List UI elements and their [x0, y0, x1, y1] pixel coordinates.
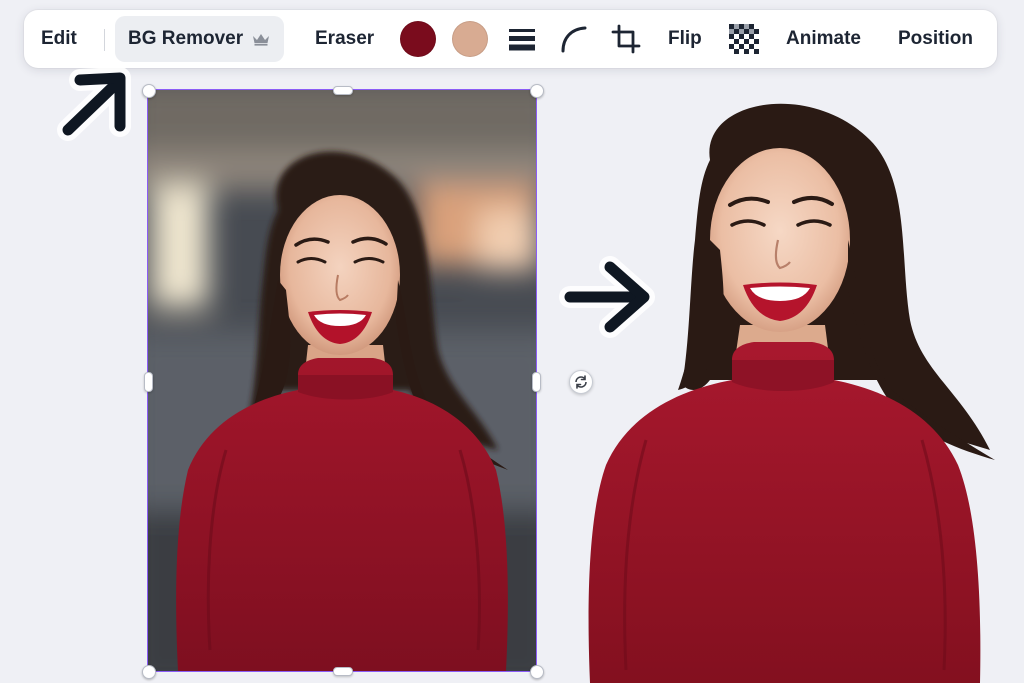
color-swatch-skin-beige[interactable]	[452, 21, 488, 57]
resize-handle-left[interactable]	[144, 372, 153, 392]
resize-handle-top-left[interactable]	[142, 84, 156, 98]
crop-icon[interactable]	[611, 24, 641, 54]
flip-label: Flip	[668, 28, 702, 49]
resize-handle-right[interactable]	[532, 372, 541, 392]
photo-background	[148, 90, 536, 671]
bg-remover-label: BG Remover	[128, 28, 244, 49]
design-canvas: Edit BG Remover Eraser Flip Animate Posi…	[0, 0, 1024, 683]
edit-button[interactable]: Edit	[41, 10, 77, 68]
corner-rounding-icon[interactable]	[559, 24, 589, 54]
animate-label: Animate	[786, 28, 861, 49]
transparency-icon[interactable]	[729, 24, 759, 54]
resize-handle-top-right[interactable]	[530, 84, 544, 98]
flip-button[interactable]: Flip	[668, 10, 702, 68]
crown-icon	[253, 34, 270, 46]
toolbar-divider	[104, 29, 105, 51]
position-button[interactable]: Position	[898, 10, 973, 68]
color-swatch-dark-red[interactable]	[400, 21, 436, 57]
resize-handle-bottom-right[interactable]	[530, 665, 544, 679]
bg-remover-button[interactable]: BG Remover	[115, 16, 285, 62]
resize-handle-top[interactable]	[333, 86, 353, 95]
edit-label: Edit	[41, 28, 77, 49]
resize-handle-bottom[interactable]	[333, 667, 353, 676]
line-weight-icon[interactable]	[507, 24, 537, 54]
arrow-up-right-icon	[57, 67, 131, 141]
image-edit-toolbar: Edit BG Remover Eraser Flip Animate Posi…	[24, 10, 997, 68]
position-label: Position	[898, 28, 973, 49]
background-removed-cutout[interactable]	[580, 90, 1010, 683]
animate-button[interactable]: Animate	[786, 10, 861, 68]
selected-photo[interactable]	[148, 90, 536, 671]
eraser-button[interactable]: Eraser	[315, 10, 374, 68]
eraser-label: Eraser	[315, 28, 375, 49]
resize-handle-bottom-left[interactable]	[142, 665, 156, 679]
